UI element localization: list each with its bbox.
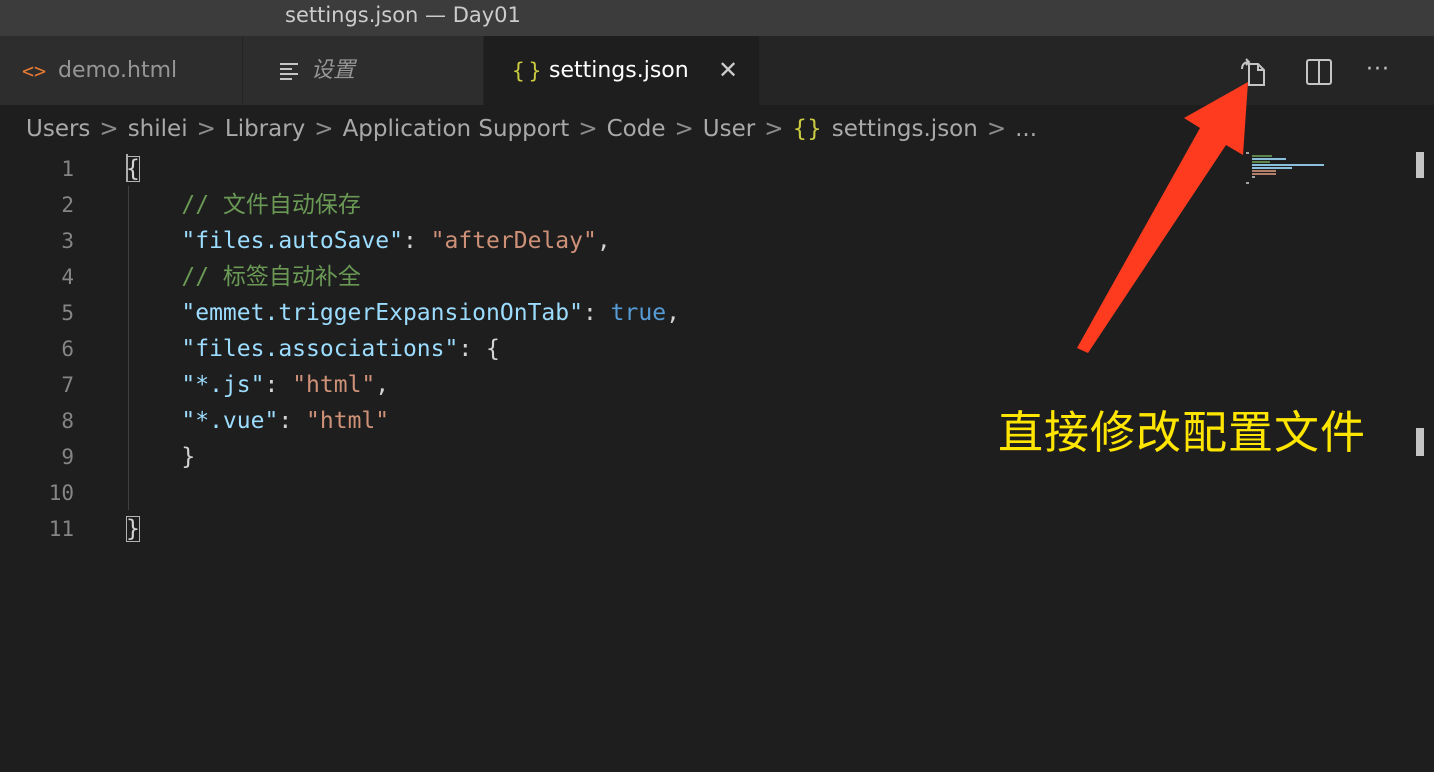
line-number: 10 [48, 481, 74, 505]
code-line[interactable]: // 文件自动保存 [126, 187, 361, 223]
breadcrumb-item-file[interactable]: {} settings.json [793, 114, 978, 144]
breadcrumb-item-symbols[interactable]: ... [1015, 114, 1037, 144]
breadcrumb-item[interactable]: Library [225, 114, 305, 144]
breadcrumb: Users > shilei > Library > Application Support… [26, 114, 1037, 146]
annotation-text: 直接修改配置文件 [998, 406, 1367, 459]
code-line[interactable]: } [126, 439, 195, 475]
code-token-str: "html" [292, 372, 376, 398]
breadcrumb-item[interactable]: Users [26, 114, 90, 144]
chevron-right-icon: > [764, 116, 784, 142]
code-line[interactable]: "files.associations": { [126, 331, 500, 367]
code-token-punct: : [278, 408, 307, 434]
editor-tab-bar: <> demo.html 设置 {} settings.json ✕ [0, 36, 1434, 105]
code-token-comment: // 标签自动补全 [126, 264, 361, 290]
window-title: settings.json — Day01 [285, 3, 521, 27]
code-token-punct [126, 300, 181, 326]
line-number: 3 [61, 229, 74, 253]
breadcrumb-item[interactable]: User [703, 114, 755, 144]
code-token-key: "files.associations" [181, 336, 459, 362]
line-number: 5 [61, 301, 74, 325]
code-token-punct: } [126, 516, 140, 542]
code-token-punct [126, 228, 181, 254]
code-token-punct: : [402, 228, 431, 254]
code-line[interactable]: } [126, 511, 140, 547]
tab-label: settings.json [549, 58, 689, 83]
breadcrumb-item[interactable]: Code [607, 114, 666, 144]
chevron-right-icon: > [578, 116, 598, 142]
code-line[interactable]: "*.js": "html", [126, 367, 389, 403]
line-number: 8 [61, 409, 74, 433]
line-number: 9 [61, 445, 74, 469]
chevron-right-icon: > [674, 116, 694, 142]
code-line[interactable]: // 标签自动补全 [126, 259, 361, 295]
line-number: 4 [61, 265, 74, 289]
code-token-punct: , [596, 228, 611, 254]
line-number: 6 [61, 337, 74, 361]
tab-settings-json[interactable]: {} settings.json ✕ [484, 36, 760, 105]
code-token-str: "afterDelay" [430, 228, 597, 254]
code-token-bool: true [610, 300, 667, 326]
window-titlebar: settings.json — Day01 [0, 0, 1434, 36]
line-number: 2 [61, 193, 74, 217]
code-token-key: "*.js" [181, 372, 265, 398]
line-number: 1 [61, 157, 74, 181]
json-braces-icon: {} [792, 116, 822, 142]
code-token-punct [126, 336, 181, 362]
tab-label: demo.html [58, 58, 178, 83]
chevron-right-icon: > [986, 116, 1007, 142]
breadcrumb-item[interactable]: Application Support [343, 114, 570, 144]
tab-settings-ui[interactable]: 设置 [243, 36, 484, 105]
code-token-punct: , [375, 372, 390, 398]
code-token-punct: : { [458, 336, 500, 362]
tab-demo-html[interactable]: <> demo.html [0, 36, 243, 105]
minimap[interactable] [1240, 150, 1330, 200]
chevron-right-icon: > [99, 116, 119, 142]
split-editor-icon[interactable] [1302, 55, 1336, 89]
line-number: 7 [61, 373, 74, 397]
code-token-key: "files.autoSave" [181, 228, 403, 254]
code-token-punct: : [582, 300, 611, 326]
scrollbar-marker [1416, 428, 1424, 456]
chevron-right-icon: > [314, 116, 334, 142]
json-braces-icon: {} [512, 59, 546, 83]
code-line[interactable]: { [126, 151, 140, 187]
code-token-punct: , [666, 300, 680, 326]
code-line[interactable]: "files.autoSave": "afterDelay", [126, 223, 611, 259]
tab-label: 设置 [311, 58, 356, 83]
code-token-punct [126, 372, 181, 398]
breadcrumb-file-label: settings.json [831, 116, 978, 142]
breadcrumb-item[interactable]: shilei [128, 114, 188, 144]
code-token-punct: } [126, 444, 196, 470]
code-editor[interactable]: 1 2 3 4 5 6 7 8 9 10 11 { // 文件自动保存 "files.autoSav… [0, 150, 1434, 772]
close-tab-icon[interactable]: ✕ [718, 56, 738, 84]
code-line[interactable]: "emmet.triggerExpansionOnTab": true, [126, 295, 680, 331]
line-number: 11 [48, 517, 74, 541]
code-line[interactable]: "*.vue": "html" [126, 403, 389, 439]
code-token-key: "*.vue" [181, 408, 279, 434]
code-token-punct [126, 408, 181, 434]
scrollbar-thumb[interactable] [1416, 152, 1424, 178]
text-cursor [126, 154, 128, 182]
code-token-punct: { [126, 156, 140, 182]
settings-list-icon [279, 61, 299, 87]
open-settings-ui-icon[interactable] [1238, 55, 1272, 89]
code-token-str: "html" [306, 408, 390, 434]
chevron-right-icon: > [196, 116, 216, 142]
more-actions-icon[interactable]: ··· [1366, 56, 1400, 90]
code-token-key: "emmet.triggerExpansionOnTab" [181, 300, 583, 326]
code-token-punct: : [264, 372, 293, 398]
html-brackets-icon: <> [22, 59, 47, 83]
code-token-comment: // 文件自动保存 [126, 192, 361, 218]
